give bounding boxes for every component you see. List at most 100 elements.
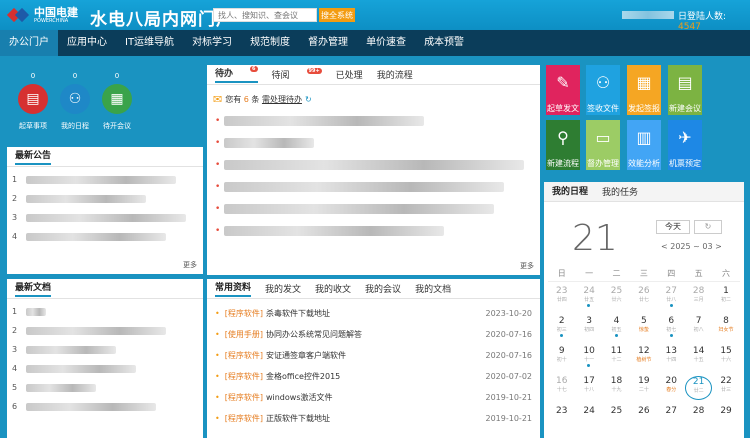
logo[interactable]: 中国电建 POWERCHINA (6, 5, 78, 25)
calendar-day[interactable]: 3 初四 (575, 316, 602, 342)
calendar-day[interactable]: 11 十二 (603, 346, 630, 372)
calendar-day[interactable]: 17 十八 (575, 376, 602, 402)
calendar-day[interactable]: 13 十四 (658, 346, 685, 372)
calendar-day[interactable]: 12 植树节 (630, 346, 657, 372)
calendar-day[interactable]: 24 廿五 (575, 286, 602, 312)
refresh-icon[interactable]: ↻ (305, 95, 312, 104)
list-item[interactable]: • [程序软件] 安证通签章客户端软件 2020-07-16 (207, 345, 540, 366)
calendar-day[interactable]: 16 十七 (548, 376, 575, 402)
calendar-day[interactable]: 18 十九 (603, 376, 630, 402)
calendar-day[interactable]: 19 二十 (630, 376, 657, 402)
list-item[interactable]: 3 (7, 340, 203, 359)
list-item[interactable]: • [程序软件] 金格office控件2015 2020-07-02 (207, 366, 540, 387)
calendar-day[interactable]: 4 初五 (603, 316, 630, 342)
tile-receive-file[interactable]: ⚇ 签收文件 (586, 65, 620, 115)
nav-item-app-center[interactable]: 应用中心 (58, 30, 116, 56)
calendar-day[interactable]: 27 廿八 (658, 286, 685, 312)
calendar-day[interactable]: 26 (630, 406, 657, 432)
calendar-day[interactable]: 21 廿二 (684, 376, 713, 400)
calendar-day[interactable]: 29 (712, 406, 739, 432)
todo-item[interactable]: • (215, 154, 540, 176)
calendar-day[interactable]: 25 (603, 406, 630, 432)
doc-name[interactable]: 金格office控件2015 (266, 371, 340, 382)
calendar-day[interactable]: 27 (658, 406, 685, 432)
tab-todo[interactable]: 待办 6 (215, 66, 258, 83)
calendar-day[interactable]: 5 惊蛰 (630, 316, 657, 342)
calendar-day[interactable]: 25 廿六 (603, 286, 630, 312)
calendar-day[interactable]: 8 妇女节 (712, 316, 739, 342)
calendar-day[interactable]: 14 十五 (685, 346, 712, 372)
todo-more-link[interactable]: 更多 (520, 261, 534, 271)
tab-processed[interactable]: 已处理 (336, 68, 363, 81)
tab-my-outgoing[interactable]: 我的发文 (265, 282, 301, 295)
calendar-day[interactable]: 2 初三 (548, 316, 575, 342)
tile-new-meeting[interactable]: ▤ 新建会议 (668, 65, 702, 115)
doc-name[interactable]: 协同办公系统常见问题解答 (266, 329, 362, 340)
tab-my-incoming[interactable]: 我的收文 (315, 282, 351, 295)
nav-item-supervision[interactable]: 督办管理 (299, 30, 357, 56)
month-selector[interactable]: < 2025 ~ 03 > (661, 242, 722, 251)
todo-item[interactable]: • (215, 176, 540, 198)
calendar-day[interactable]: 23 (548, 406, 575, 432)
latest-docs-title[interactable]: 最新文档 (15, 280, 52, 297)
search-input[interactable] (213, 8, 317, 22)
todo-item[interactable]: • (215, 110, 540, 132)
calendar-day[interactable]: 23 廿四 (548, 286, 575, 312)
list-item[interactable]: • [程序软件] 正版软件下载地址 2019-10-21 (207, 408, 540, 429)
notice-title[interactable]: 最新公告 (15, 148, 52, 165)
list-item[interactable]: 2 (7, 189, 203, 208)
tile-draft-document[interactable]: ✎ 起草发文 (546, 65, 580, 115)
nav-item-unit-price[interactable]: 单价速查 (357, 30, 415, 56)
calendar-day[interactable]: 26 廿七 (630, 286, 657, 312)
tab-my-schedule[interactable]: 我的日程 (552, 184, 588, 199)
list-item[interactable]: • [程序软件] 杀毒软件下载地址 2023-10-20 (207, 303, 540, 324)
todo-item[interactable]: • (215, 198, 540, 220)
tab-to-read[interactable]: 待阅 99+ (272, 68, 322, 81)
calendar-day[interactable]: 24 (575, 406, 602, 432)
calendar-day[interactable]: 9 初十 (548, 346, 575, 372)
nav-item-regulations[interactable]: 规范制度 (241, 30, 299, 56)
todo-item[interactable]: • (215, 132, 540, 154)
tab-my-documents[interactable]: 我的文档 (415, 282, 451, 295)
tab-my-meetings[interactable]: 我的会议 (365, 282, 401, 295)
tile-new-process[interactable]: ⚲ 新建流程 (546, 120, 580, 170)
draft-item-button[interactable]: ▤ (18, 84, 48, 114)
search-button[interactable]: 搜全系统 (319, 8, 355, 22)
tile-supervision[interactable]: ▭ 督办管理 (586, 120, 620, 170)
list-item[interactable]: 4 (7, 359, 203, 378)
calendar-day[interactable]: 28 三月 (685, 286, 712, 312)
list-item[interactable]: • [使用手册] 协同办公系统常见问题解答 2020-07-16 (207, 324, 540, 345)
nav-item-benchmark[interactable]: 对标学习 (183, 30, 241, 56)
doc-name[interactable]: 正版软件下载地址 (266, 413, 330, 424)
list-item[interactable]: 3 (7, 208, 203, 227)
doc-name[interactable]: windows激活文件 (266, 392, 333, 403)
tab-common-docs[interactable]: 常用资料 (215, 280, 252, 297)
refresh-icon[interactable]: ↻ (694, 220, 722, 234)
doc-name[interactable]: 安证通签章客户端软件 (266, 350, 346, 361)
tab-my-tasks[interactable]: 我的任务 (602, 185, 638, 198)
calendar-day[interactable]: 7 初八 (685, 316, 712, 342)
doc-name[interactable]: 杀毒软件下载地址 (266, 308, 330, 319)
tab-my-process[interactable]: 我的流程 (377, 68, 413, 81)
nav-item-cost-warning[interactable]: 成本预警 (415, 30, 473, 56)
todo-item[interactable]: • (215, 220, 540, 242)
calendar-day[interactable]: 22 廿三 (712, 376, 739, 402)
pending-todo-link[interactable]: 需处理待办 (262, 94, 302, 105)
calendar-day[interactable]: 1 初二 (712, 286, 739, 312)
list-item[interactable]: 1 (7, 302, 203, 321)
calendar-day[interactable]: 20 春分 (658, 376, 685, 402)
nav-item-office-portal[interactable]: 办公门户 (0, 30, 58, 56)
list-item[interactable]: • [程序软件] windows激活文件 2019-10-21 (207, 387, 540, 408)
my-schedule-button[interactable]: ⚇ (60, 84, 90, 114)
calendar-day[interactable]: 28 (685, 406, 712, 432)
today-button[interactable]: 今天 (656, 220, 690, 234)
calendar-day[interactable]: 6 初七 (658, 316, 685, 342)
tile-flight-booking[interactable]: ✈ 机票预定 (668, 120, 702, 170)
list-item[interactable]: 4 (7, 227, 203, 246)
tile-submit-report[interactable]: ▦ 发起签报 (627, 65, 661, 115)
list-item[interactable]: 1 (7, 170, 203, 189)
notice-more-link[interactable]: 更多 (183, 260, 197, 270)
tile-performance[interactable]: ▥ 效能分析 (627, 120, 661, 170)
list-item[interactable]: 2 (7, 321, 203, 340)
nav-item-it-ops[interactable]: IT运维导航 (116, 30, 183, 56)
